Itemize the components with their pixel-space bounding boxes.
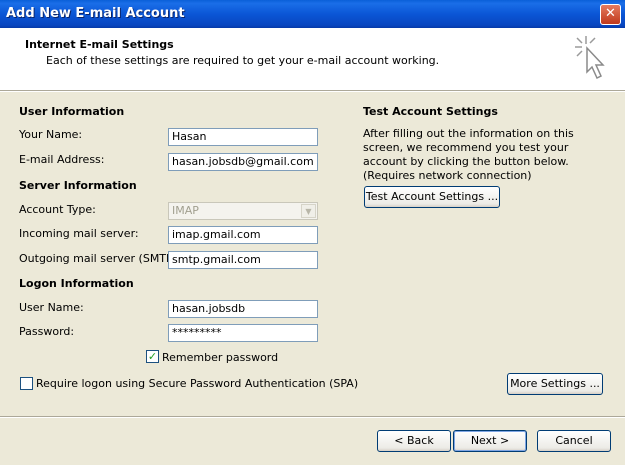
your-name-input[interactable]: Hasan bbox=[168, 128, 318, 146]
account-type-label: Account Type: bbox=[19, 203, 96, 216]
account-type-select: IMAP ▼ bbox=[168, 202, 318, 220]
your-name-label: Your Name: bbox=[19, 128, 83, 141]
user-info-heading: User Information bbox=[19, 105, 125, 118]
server-info-heading: Server Information bbox=[19, 179, 137, 192]
outgoing-server-label: Outgoing mail server (SMTP): bbox=[19, 252, 181, 265]
test-settings-heading: Test Account Settings bbox=[363, 105, 498, 118]
email-address-input[interactable]: hasan.jobsdb@gmail.com bbox=[168, 153, 318, 171]
incoming-server-input[interactable]: imap.gmail.com bbox=[168, 226, 318, 244]
header-subtitle: Each of these settings are required to g… bbox=[46, 54, 440, 67]
password-input[interactable]: ********* bbox=[168, 324, 318, 342]
remember-password-checkbox[interactable]: ✓ bbox=[146, 350, 159, 363]
incoming-server-label: Incoming mail server: bbox=[19, 227, 139, 240]
more-settings-button[interactable]: More Settings ... bbox=[507, 373, 603, 395]
header-panel: Internet E-mail Settings Each of these s… bbox=[0, 28, 625, 90]
test-account-settings-button[interactable]: Test Account Settings ... bbox=[364, 186, 500, 208]
add-email-account-dialog: Add New E-mail Account ✕ Internet E-mail… bbox=[0, 0, 625, 465]
next-button[interactable]: Next > bbox=[453, 430, 527, 452]
title-bar[interactable]: Add New E-mail Account ✕ bbox=[0, 0, 625, 28]
user-name-label: User Name: bbox=[19, 301, 84, 314]
header-title: Internet E-mail Settings bbox=[25, 38, 174, 51]
remember-password-label[interactable]: Remember password bbox=[162, 351, 278, 364]
cursor-sparkle-icon bbox=[575, 36, 605, 80]
email-address-label: E-mail Address: bbox=[19, 153, 105, 166]
footer-divider bbox=[0, 416, 625, 418]
outgoing-server-input[interactable]: smtp.gmail.com bbox=[168, 251, 318, 269]
password-label: Password: bbox=[19, 325, 75, 338]
account-type-value: IMAP bbox=[172, 204, 199, 217]
header-divider bbox=[0, 90, 625, 92]
cancel-button[interactable]: Cancel bbox=[537, 430, 611, 452]
spa-label[interactable]: Require logon using Secure Password Auth… bbox=[36, 377, 358, 390]
back-button[interactable]: < Back bbox=[377, 430, 451, 452]
close-button[interactable]: ✕ bbox=[600, 4, 621, 25]
chevron-down-icon: ▼ bbox=[301, 204, 316, 218]
logon-info-heading: Logon Information bbox=[19, 277, 134, 290]
window-title: Add New E-mail Account bbox=[6, 6, 185, 21]
test-settings-description: After filling out the information on thi… bbox=[363, 127, 574, 182]
user-name-input[interactable]: hasan.jobsdb bbox=[168, 300, 318, 318]
spa-checkbox[interactable] bbox=[20, 377, 33, 390]
